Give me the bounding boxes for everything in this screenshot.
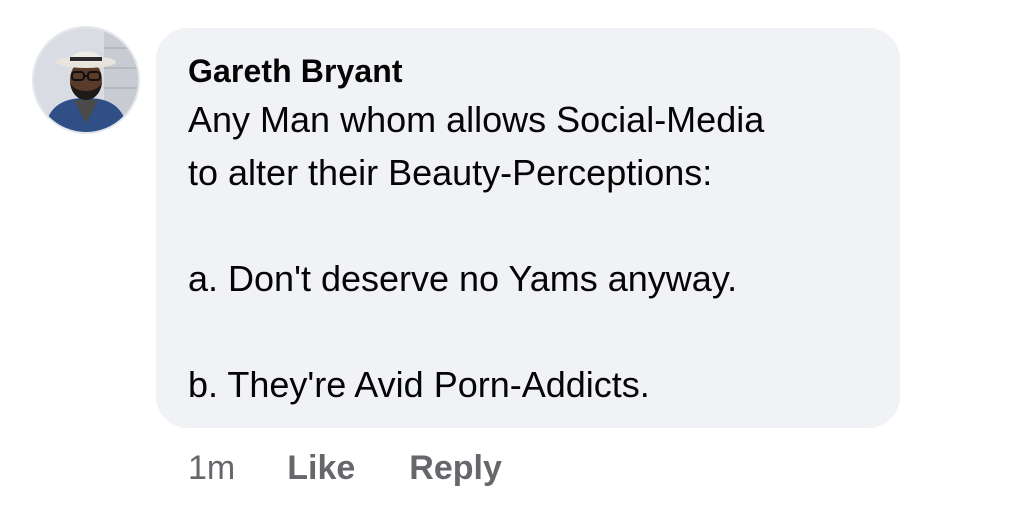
comment-line: Any Man whom allows Social-Media — [188, 99, 765, 140]
comment-timestamp[interactable]: 1m — [188, 449, 235, 488]
comment-line: to alter their Beauty-Perceptions: — [188, 152, 713, 193]
comment-bubble: Gareth Bryant Any Man whom allows Social… — [156, 28, 900, 428]
comment-actions: 1m Like Reply — [188, 446, 556, 490]
comment-author-name[interactable]: Gareth Bryant — [188, 52, 870, 90]
avatar[interactable] — [34, 28, 138, 132]
comment-blank-line — [188, 305, 870, 358]
comment-blank-line — [188, 199, 870, 252]
like-button[interactable]: Like — [287, 449, 355, 488]
reply-button[interactable]: Reply — [409, 449, 502, 488]
comment-line: b. They're Avid Porn-Addicts. — [188, 364, 650, 405]
profile-photo — [34, 28, 138, 132]
comment-text: Any Man whom allows Social-Media to alte… — [188, 93, 870, 411]
comment-line: a. Don't deserve no Yams anyway. — [188, 258, 738, 299]
